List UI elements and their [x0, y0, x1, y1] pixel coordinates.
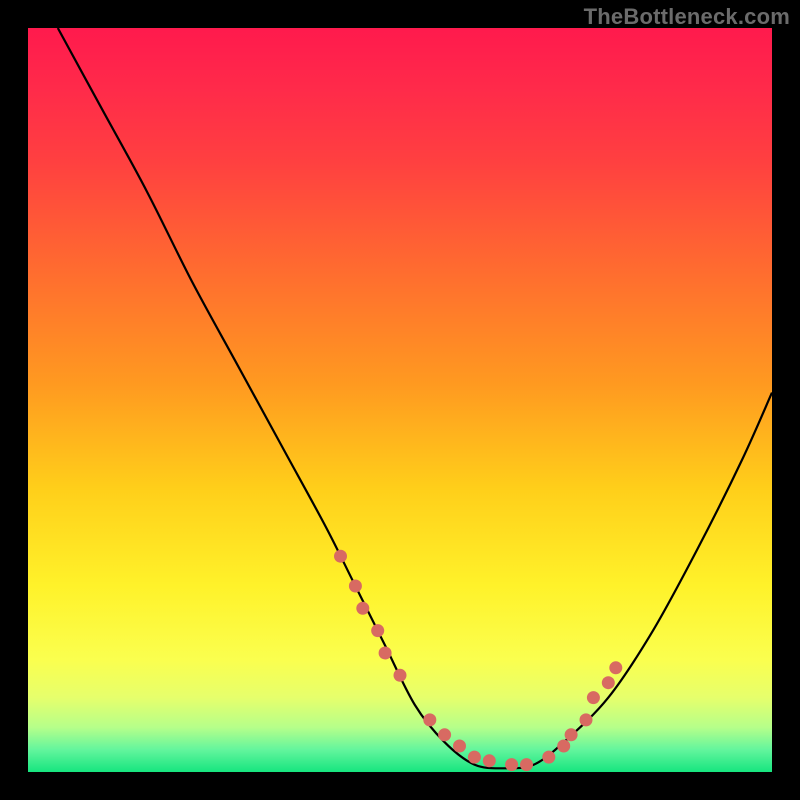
chart-svg — [28, 28, 772, 772]
marker-dot — [379, 647, 392, 660]
marker-dot — [609, 661, 622, 674]
chart-frame: TheBottleneck.com — [0, 0, 800, 800]
marker-dot — [453, 740, 466, 753]
marker-dot — [438, 728, 451, 741]
marker-dot — [423, 713, 436, 726]
marker-dots-group — [334, 550, 622, 771]
marker-dot — [587, 691, 600, 704]
marker-dot — [565, 728, 578, 741]
marker-dot — [349, 580, 362, 593]
marker-dot — [542, 751, 555, 764]
marker-dot — [483, 754, 496, 767]
marker-dot — [334, 550, 347, 563]
chart-plot-area — [28, 28, 772, 772]
marker-dot — [520, 758, 533, 771]
marker-dot — [468, 751, 481, 764]
bottleneck-curve — [58, 28, 772, 768]
watermark-text: TheBottleneck.com — [584, 4, 790, 30]
marker-dot — [602, 676, 615, 689]
marker-dot — [580, 713, 593, 726]
marker-dot — [394, 669, 407, 682]
marker-dot — [505, 758, 518, 771]
marker-dot — [356, 602, 369, 615]
marker-dot — [557, 740, 570, 753]
marker-dot — [371, 624, 384, 637]
